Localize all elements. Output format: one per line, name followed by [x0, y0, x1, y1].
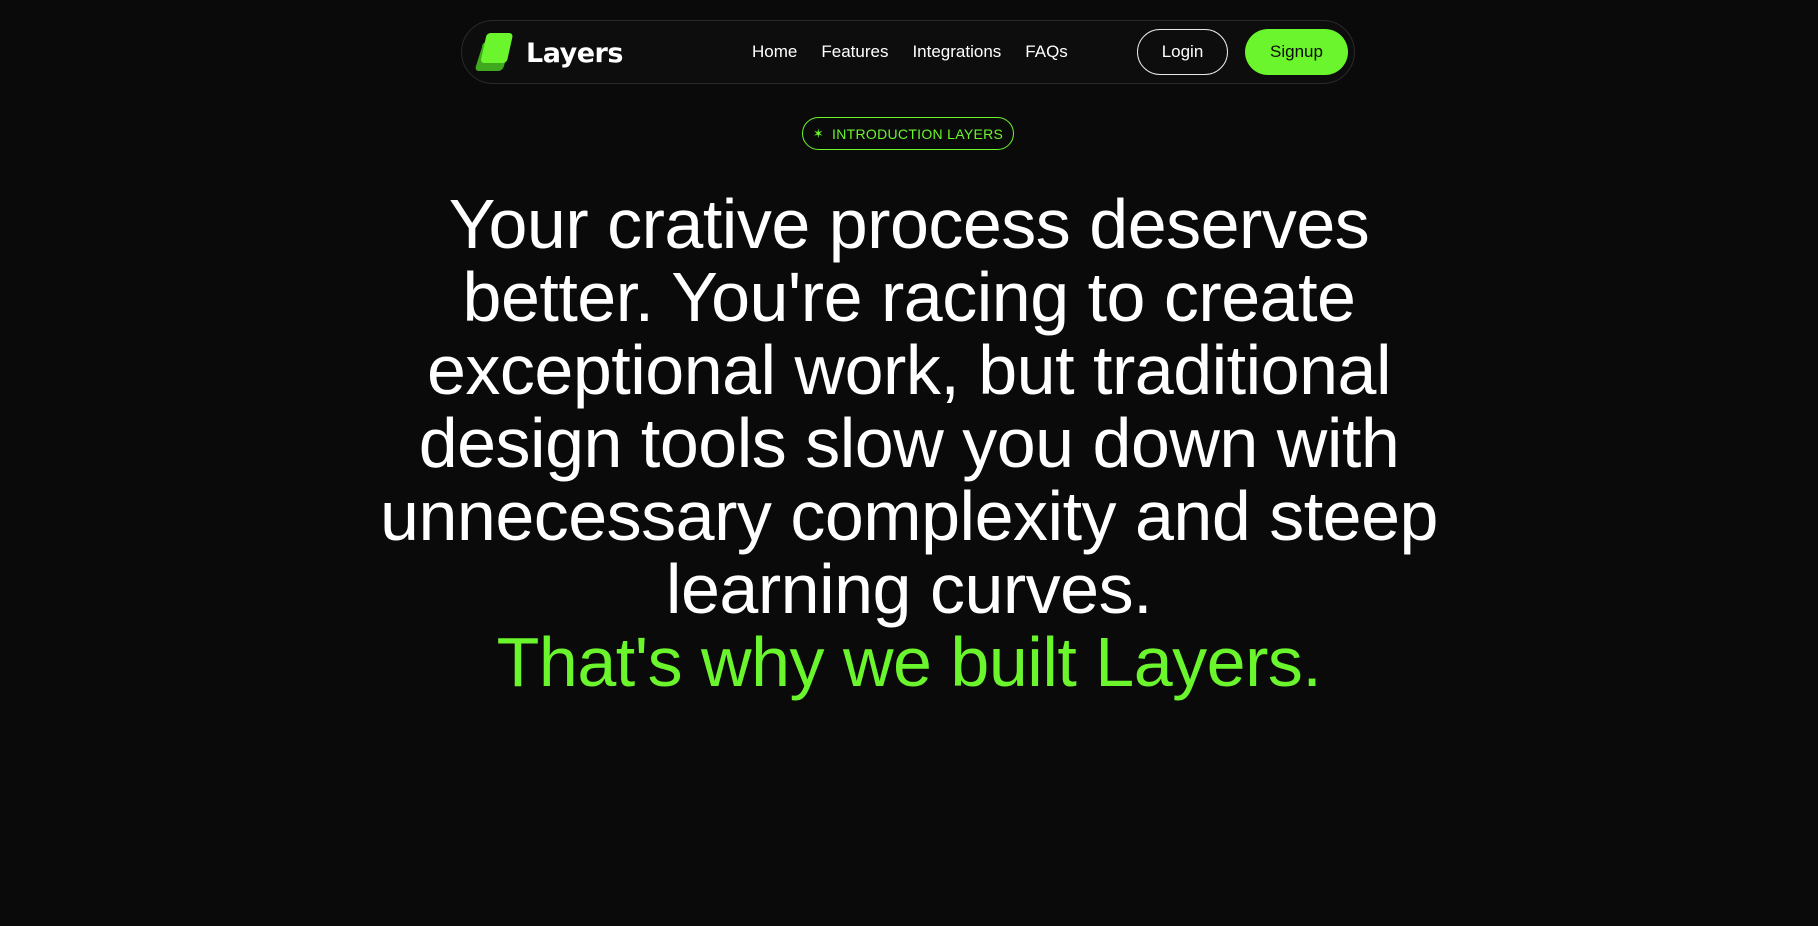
brand-name: Layers — [526, 37, 623, 69]
sparkle-icon: ✶ — [812, 126, 825, 141]
hero-headline-main: Your crative process deserves better. Yo… — [380, 185, 1438, 628]
nav-link-faqs[interactable]: FAQs — [1025, 42, 1068, 62]
intro-badge: ✶ INTRODUCTION LAYERS — [802, 117, 1014, 150]
nav-link-features[interactable]: Features — [821, 42, 888, 62]
nav-link-integrations[interactable]: Integrations — [912, 42, 1001, 62]
navbar: Layers Home Features Integrations FAQs L… — [461, 20, 1355, 84]
hero-headline-accent: That's why we built Layers. — [496, 623, 1322, 701]
nav-link-home[interactable]: Home — [752, 42, 797, 62]
brand[interactable]: Layers — [470, 29, 623, 77]
signup-button[interactable]: Signup — [1245, 29, 1348, 75]
hero-headline: Your crative process deserves better. Yo… — [359, 188, 1459, 699]
page: Layers Home Features Integrations FAQs L… — [0, 0, 1818, 926]
layers-logo-icon — [475, 33, 513, 71]
nav-links: Home Features Integrations FAQs — [752, 21, 1068, 83]
login-button[interactable]: Login — [1137, 29, 1228, 75]
intro-badge-label: INTRODUCTION LAYERS — [832, 125, 1004, 142]
